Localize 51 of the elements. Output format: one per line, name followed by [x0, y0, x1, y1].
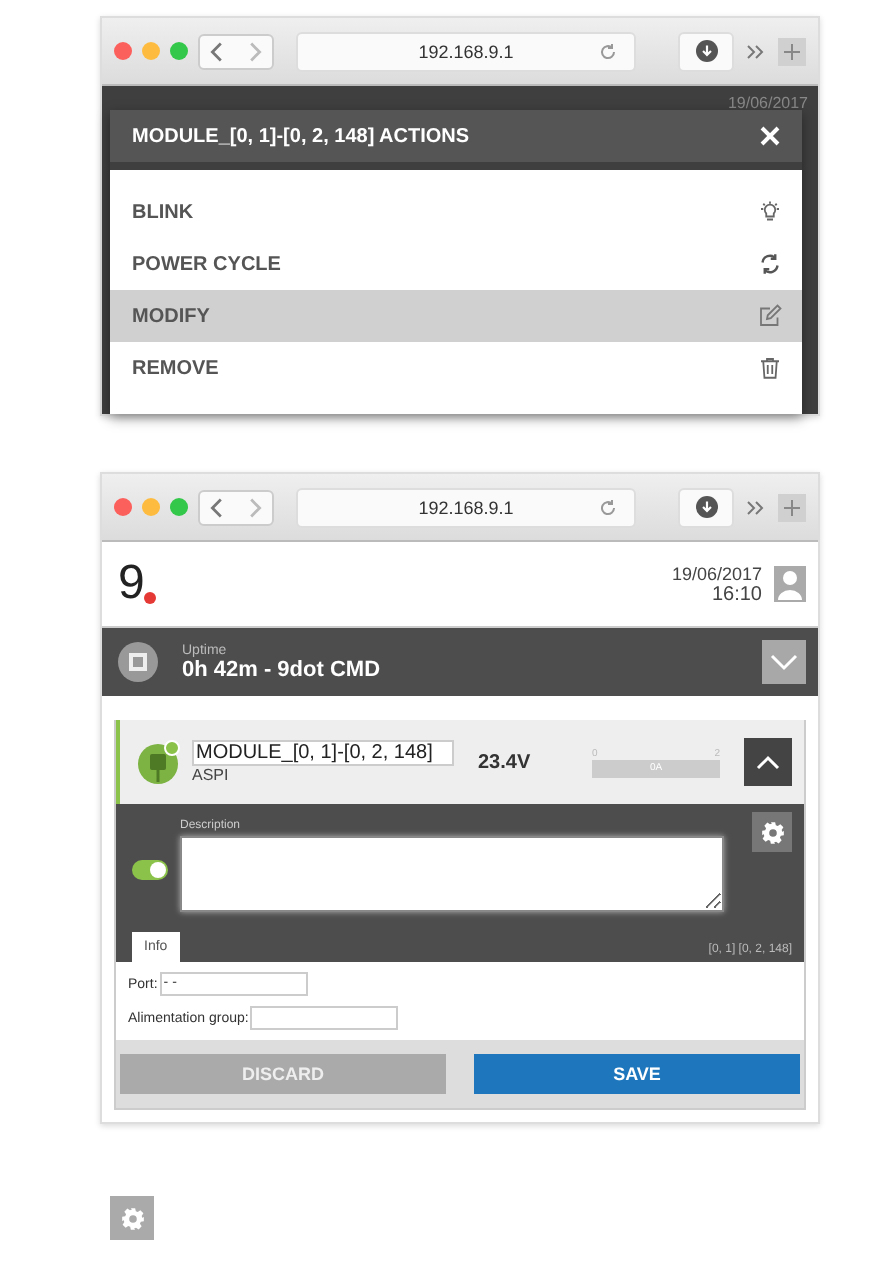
more-icon[interactable] — [744, 41, 768, 61]
menu-item[interactable]: REMOVE — [110, 342, 802, 394]
chip-icon — [118, 642, 158, 682]
settings-button[interactable] — [752, 812, 792, 852]
download-button[interactable] — [678, 31, 734, 71]
menu-item[interactable]: POWER CYCLE — [110, 238, 802, 290]
address-bar[interactable]: 192.168.9.1 — [296, 31, 636, 71]
input-field[interactable] — [250, 1006, 399, 1030]
reload-icon[interactable] — [598, 41, 618, 61]
collapse-button[interactable] — [744, 738, 792, 786]
user-icon[interactable] — [774, 566, 806, 602]
time-text: 16:10 — [711, 583, 762, 605]
new-tab-icon[interactable] — [778, 493, 806, 521]
uptime-value: 0h 42m - 9dot CMD — [182, 657, 383, 681]
address-bar[interactable]: 192.168.9.1 — [296, 487, 636, 527]
download-button[interactable] — [678, 487, 734, 527]
download-icon — [695, 496, 717, 518]
module-name-field[interactable]: MODULE_[0, 1]-[0, 2, 148] — [192, 740, 454, 766]
toggle-switch[interactable] — [132, 860, 168, 880]
trash-icon — [758, 356, 782, 380]
description-field[interactable] — [180, 836, 724, 912]
dialog-title: MODULE_[0, 1]-[0, 2, 148] ACTIONS — [132, 125, 470, 147]
download-icon — [695, 40, 717, 62]
module-type: ASPI — [192, 766, 231, 784]
zoom-window-button[interactable] — [170, 42, 188, 60]
settings-button[interactable] — [110, 1196, 154, 1240]
plug-icon — [136, 740, 180, 784]
settings-icon — [759, 819, 785, 845]
chevron-down-icon — [770, 652, 798, 672]
zoom-window-button[interactable] — [170, 498, 188, 516]
settings-icon — [119, 1205, 145, 1231]
refresh-icon — [758, 252, 782, 276]
menu-item[interactable]: BLINK — [110, 186, 802, 238]
menu-item[interactable]: MODIFY — [110, 290, 802, 342]
logo: 9 — [118, 560, 157, 608]
reload-icon[interactable] — [598, 497, 618, 517]
date-text: 19/06/2017 — [671, 563, 762, 583]
edit-icon — [758, 304, 782, 328]
new-tab-icon[interactable] — [778, 37, 806, 65]
minimize-window-button[interactable] — [142, 498, 160, 516]
date-text: 19/06/2017 — [727, 94, 808, 116]
lightbulb-icon — [758, 200, 782, 224]
voltage-reading: 23.4V — [478, 751, 531, 773]
close-window-button[interactable] — [114, 42, 132, 60]
minimize-window-button[interactable] — [142, 42, 160, 60]
close-window-button[interactable] — [114, 498, 132, 516]
dropdown-button[interactable] — [762, 640, 806, 684]
close-icon[interactable] — [758, 124, 782, 148]
more-icon[interactable] — [744, 497, 768, 517]
save-button[interactable]: SAVE — [474, 1054, 800, 1094]
chevron-up-icon — [756, 754, 780, 770]
